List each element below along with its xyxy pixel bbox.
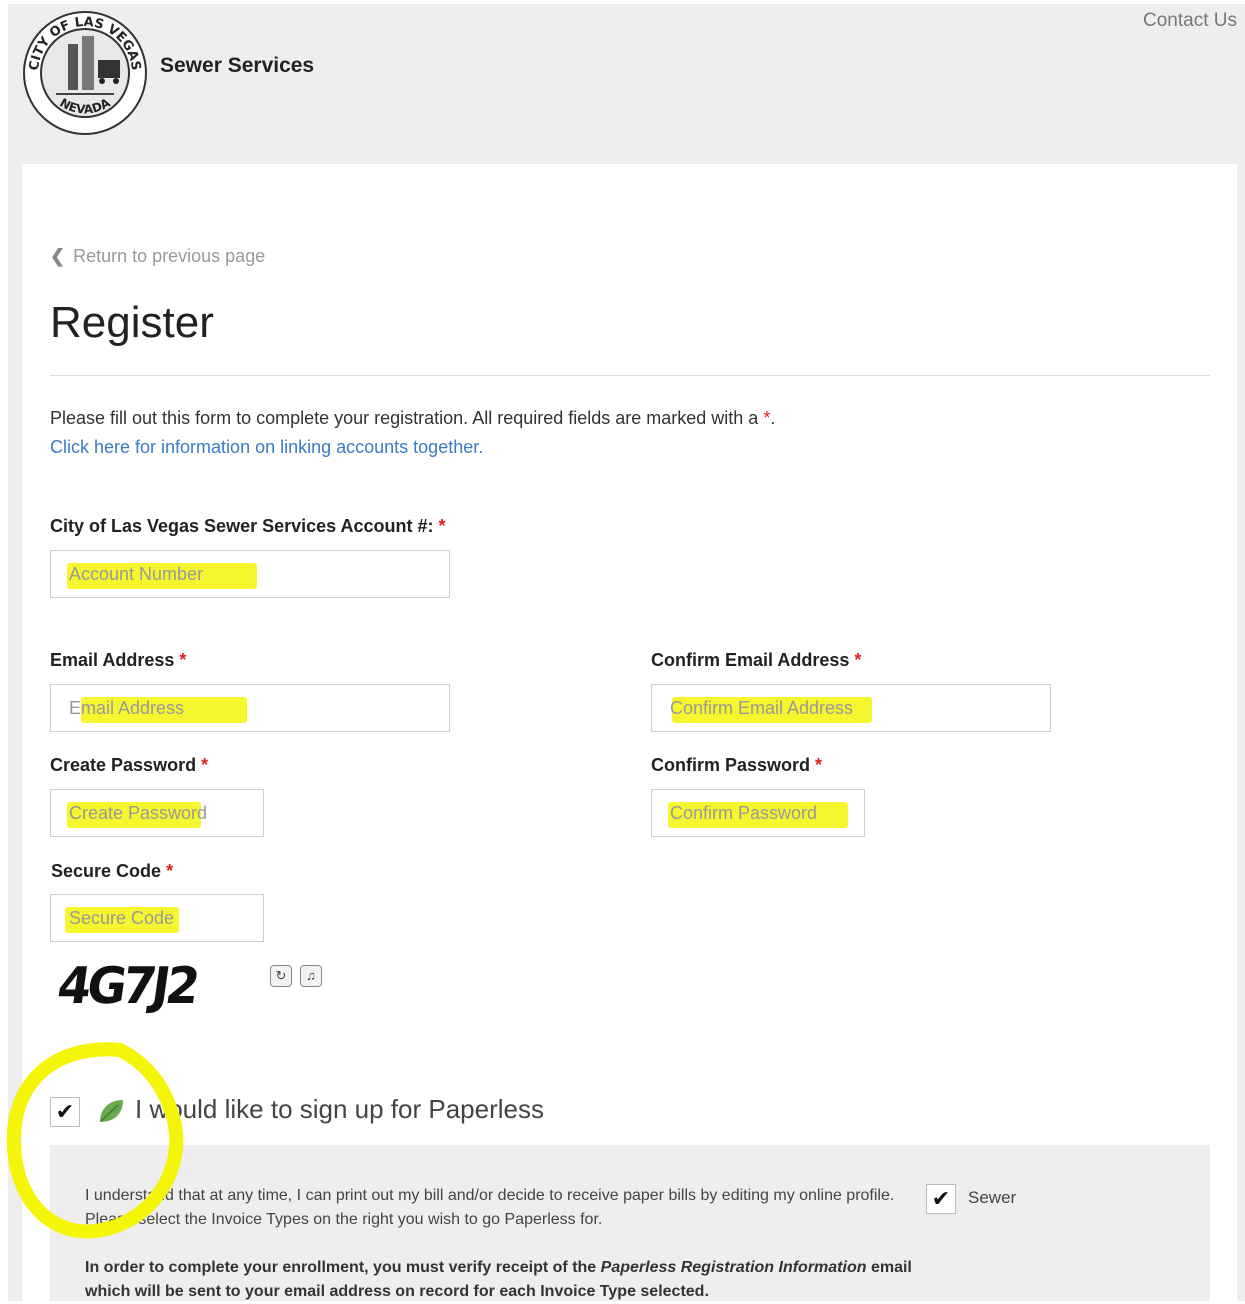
intro-text: Please fill out this form to complete yo… xyxy=(50,408,775,429)
verification-note-prefix: In order to complete your enrollment, yo… xyxy=(85,1259,601,1276)
required-marker: * xyxy=(166,861,174,881)
password-label-text: Create Password xyxy=(50,755,197,775)
secure-code-label-text: Secure Code xyxy=(51,861,162,881)
leaf-icon xyxy=(100,1100,123,1122)
password-label: Create Password * xyxy=(50,755,208,776)
password-input[interactable] xyxy=(51,790,263,836)
intro-text-tail: . xyxy=(770,408,776,428)
password-field xyxy=(50,789,264,837)
checkmark-icon: ✔ xyxy=(931,1186,951,1211)
confirm-password-input[interactable] xyxy=(652,790,864,836)
back-link-label: Return to previous page xyxy=(73,246,266,266)
linking-accounts-link[interactable]: Click here for information on linking ac… xyxy=(50,437,483,458)
paperless-verification-note: In order to complete your enrollment, yo… xyxy=(85,1256,915,1304)
verification-note-emphasis: Paperless Registration Information xyxy=(600,1259,867,1276)
required-marker: * xyxy=(815,755,823,775)
secure-code-input[interactable] xyxy=(51,895,263,941)
confirm-email-input[interactable] xyxy=(652,685,1050,731)
required-marker: * xyxy=(438,516,446,536)
required-marker: * xyxy=(179,650,187,670)
divider xyxy=(50,375,1210,376)
account-number-label: City of Las Vegas Sewer Services Account… xyxy=(50,516,446,537)
paperless-note: I understand that at any time, I can pri… xyxy=(85,1187,895,1228)
audio-icon[interactable]: ♫ xyxy=(300,965,322,987)
secure-code-field xyxy=(50,894,264,942)
captcha-image: 4G7J2 xyxy=(53,956,200,1016)
checkmark-icon: ✔ xyxy=(55,1099,75,1124)
confirm-email-field xyxy=(651,684,1051,732)
email-label-text: Email Address xyxy=(50,650,175,670)
confirm-password-label: Confirm Password * xyxy=(651,755,822,776)
back-link[interactable]: ❮ Return to previous page xyxy=(50,246,265,267)
paperless-label: I would like to sign up for Paperless xyxy=(135,1094,544,1124)
city-seal-icon: CITY OF LAS VEGAS NEVADA xyxy=(23,11,147,135)
email-field xyxy=(50,684,450,732)
confirm-password-label-text: Confirm Password xyxy=(651,755,811,775)
contact-us-link[interactable]: Contact Us xyxy=(1143,10,1237,32)
sewer-invoice-label: Sewer xyxy=(968,1188,1017,1207)
required-marker: * xyxy=(854,650,862,670)
required-marker: * xyxy=(201,755,209,775)
brand-name: Sewer Services xyxy=(160,54,315,77)
confirm-email-label: Confirm Email Address * xyxy=(651,650,861,671)
secure-code-label: Secure Code * xyxy=(51,861,173,882)
paperless-checkbox[interactable]: ✔ xyxy=(50,1097,80,1127)
refresh-icon[interactable]: ↻ xyxy=(270,965,292,987)
account-number-input[interactable] xyxy=(51,551,449,597)
sewer-invoice-checkbox[interactable]: ✔ xyxy=(926,1184,956,1214)
intro-text-body: Please fill out this form to complete yo… xyxy=(50,408,759,428)
confirm-email-label-text: Confirm Email Address xyxy=(651,650,850,670)
page-title: Register xyxy=(50,298,214,347)
confirm-password-field xyxy=(651,789,865,837)
email-input[interactable] xyxy=(51,685,449,731)
account-number-field xyxy=(50,550,450,598)
account-number-label-text: City of Las Vegas Sewer Services Account… xyxy=(50,516,434,536)
email-label: Email Address * xyxy=(50,650,186,671)
chevron-left-icon: ❮ xyxy=(50,246,66,266)
